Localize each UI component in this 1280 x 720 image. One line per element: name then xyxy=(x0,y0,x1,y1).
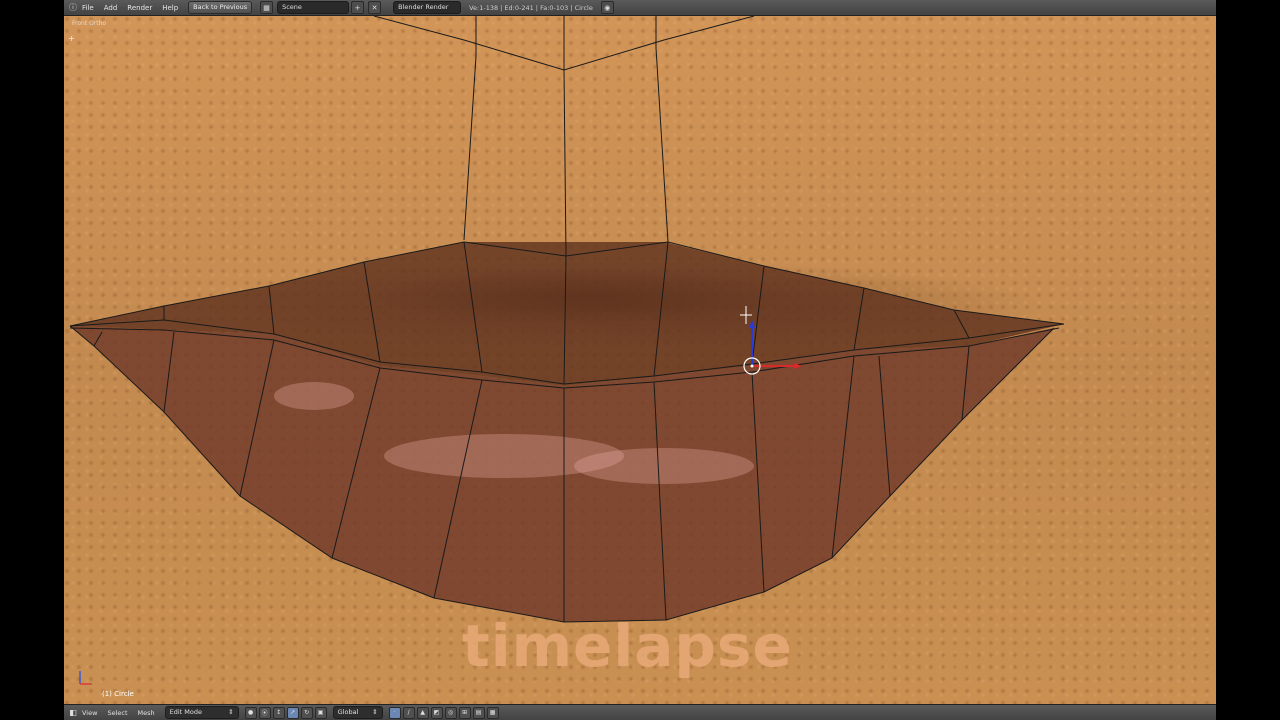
snap-icon[interactable]: ⊞ xyxy=(458,706,471,719)
close-scene-icon[interactable]: ✕ xyxy=(368,1,382,14)
blender-window: ⓘ File Add Render Help Back to Previous … xyxy=(64,0,1216,720)
scene-stats: Ve:1-138 | Ed:0-241 | Fa:0-103 | Circle xyxy=(469,3,593,12)
menu-select[interactable]: Select xyxy=(107,709,127,717)
scene-field[interactable]: Scene xyxy=(277,1,350,14)
translate-manipulator-icon[interactable]: ↗ xyxy=(286,706,299,719)
info-header: ⓘ File Add Render Help Back to Previous … xyxy=(64,0,1216,16)
mode-select[interactable]: Edit Mode ⇕ xyxy=(164,706,239,719)
menu-mesh[interactable]: Mesh xyxy=(138,709,155,717)
info-editor-icon[interactable]: ⓘ xyxy=(68,3,78,13)
3d-view-header: ◧ View Select Mesh Edit Mode ⇕ ● ⦿ ↕ ↗ ↻… xyxy=(64,704,1216,720)
menu-add[interactable]: Add xyxy=(104,4,118,12)
face-select-icon[interactable]: ▲ xyxy=(416,706,429,719)
orientation-label: Global xyxy=(337,708,359,716)
3d-viewport[interactable]: Front Ortho + (1) Circle timelapse xyxy=(64,16,1216,704)
vertex-select-icon[interactable]: · xyxy=(388,706,401,719)
view-label: Front Ortho xyxy=(72,20,107,27)
proportional-edit-icon[interactable]: ◎ xyxy=(444,706,457,719)
blender-logo-icon: ◉ xyxy=(600,1,614,14)
manipulator-toggle-icon[interactable]: ↕ xyxy=(272,706,285,719)
limit-selection-icon[interactable]: ◩ xyxy=(430,706,443,719)
axis-gizmo-icon xyxy=(79,671,92,685)
scene-icon[interactable]: ▦ xyxy=(260,1,274,14)
edge-select-icon[interactable]: / xyxy=(402,706,415,719)
pivot-point-icon[interactable]: ⦿ xyxy=(258,706,271,719)
menu-help[interactable]: Help xyxy=(162,4,178,12)
add-scene-icon[interactable]: + xyxy=(351,1,365,14)
render-preview-icon[interactable]: ▦ xyxy=(486,706,499,719)
orientation-select[interactable]: Global ⇕ xyxy=(332,706,383,719)
render-engine-select[interactable]: Blender Render xyxy=(393,1,462,14)
menu-view[interactable]: View xyxy=(82,709,97,717)
back-to-previous-button[interactable]: Back to Previous xyxy=(188,1,253,14)
snap-element-icon[interactable]: ▤ xyxy=(472,706,485,719)
lips-mesh[interactable] xyxy=(64,16,1216,704)
chevron-down-icon: ⇕ xyxy=(228,708,234,716)
chevron-down-icon: ⇕ xyxy=(372,708,378,716)
editor-type-icon[interactable]: ◧ xyxy=(68,708,78,718)
transform-manipulator[interactable] xyxy=(724,306,814,386)
mode-label: Edit Mode xyxy=(169,708,202,716)
timelapse-overlay: timelapse xyxy=(462,612,793,680)
object-label: (1) Circle xyxy=(102,690,134,698)
toolshelf-toggle-icon[interactable]: + xyxy=(68,34,75,43)
scale-manipulator-icon[interactable]: ▣ xyxy=(314,706,327,719)
menu-file[interactable]: File xyxy=(82,4,94,12)
viewport-shading-icon[interactable]: ● xyxy=(244,706,257,719)
menu-render[interactable]: Render xyxy=(127,4,152,12)
rotate-manipulator-icon[interactable]: ↻ xyxy=(300,706,313,719)
